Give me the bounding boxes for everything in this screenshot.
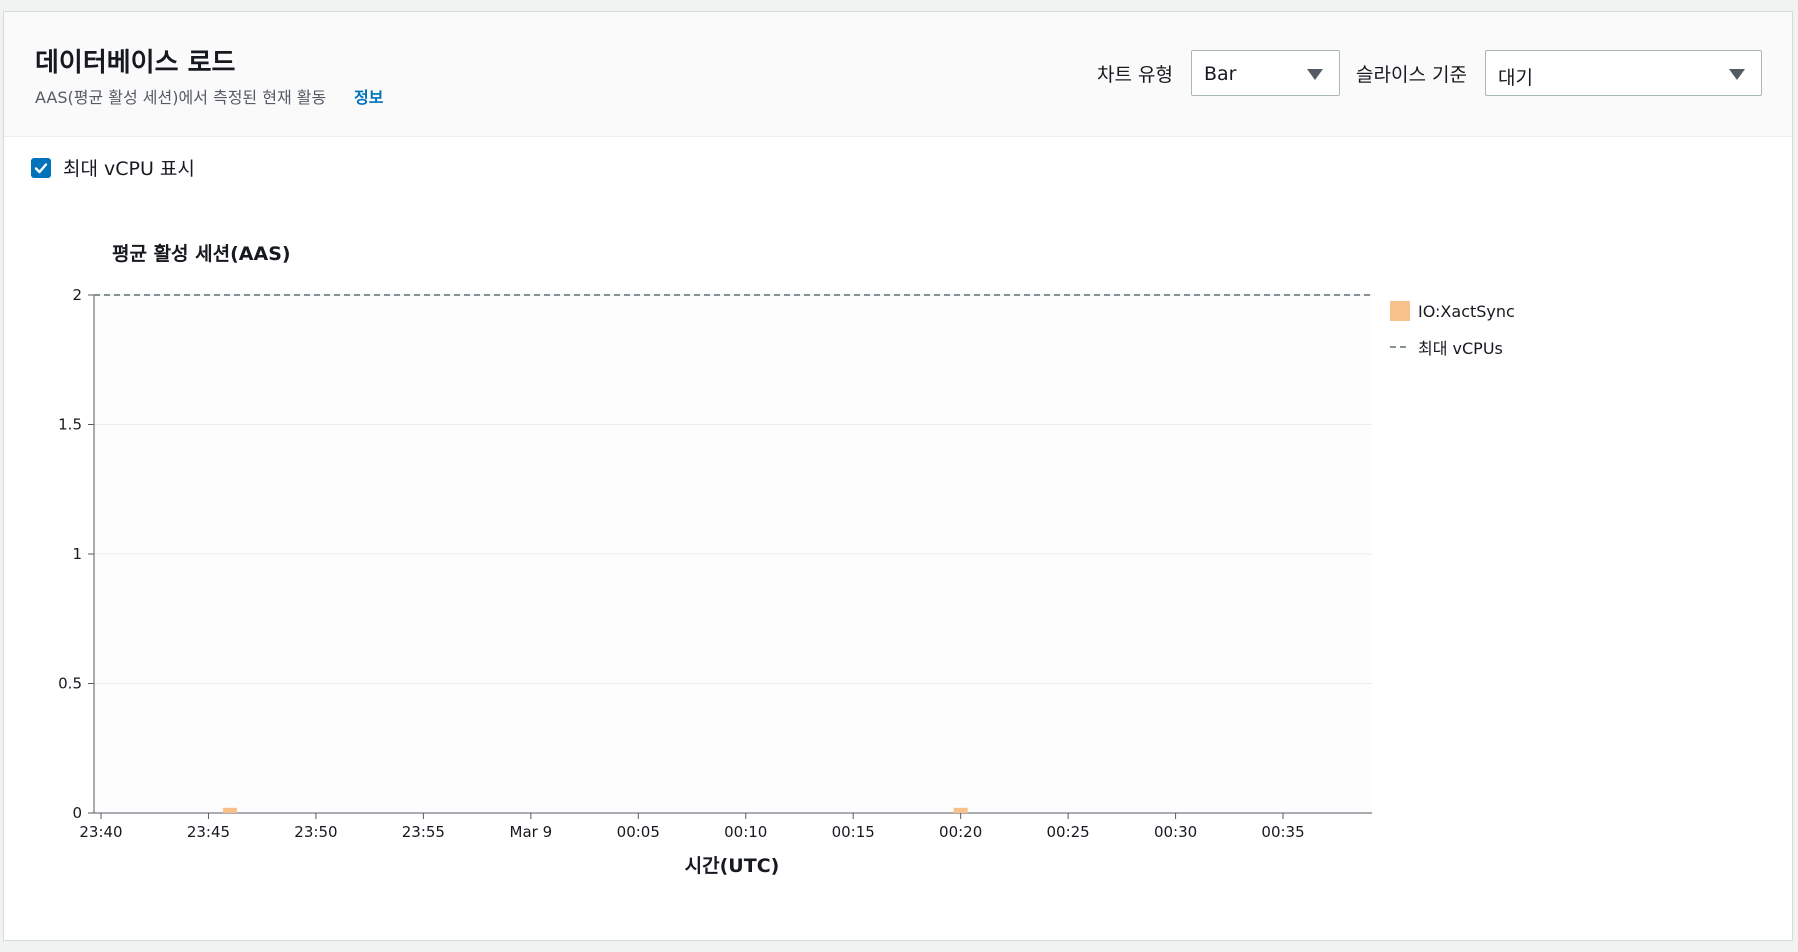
legend-label: 최대 vCPUs: [1418, 339, 1503, 358]
x-tick-label: 00:05: [617, 823, 660, 841]
x-tick-label: 00:10: [724, 823, 767, 841]
x-tick-label: 00:35: [1261, 823, 1304, 841]
legend-item-max-vcpus[interactable]: 최대 vCPUs: [1390, 335, 1503, 359]
y-tick-label: 1: [72, 545, 82, 563]
x-tick-label: 23:55: [402, 823, 445, 841]
bar: [222, 807, 237, 813]
x-tick-label: Mar 9: [510, 823, 553, 841]
legend-swatch: [1390, 301, 1410, 321]
aas-chart: 평균 활성 세션(AAS) 0 0.5 1 1.5 2 23:40 23:45 23:50 23:…: [58, 243, 1374, 877]
x-tick-label: 00:25: [1047, 823, 1090, 841]
legend-item-io-xactsync[interactable]: IO:XactSync: [1390, 301, 1515, 321]
x-tick-label: 23:45: [187, 823, 230, 841]
legend-label: IO:XactSync: [1418, 301, 1515, 321]
chart-title: 평균 활성 세션(AAS): [112, 243, 291, 265]
y-tick-label: 1.5: [58, 416, 82, 434]
x-tick-label: 23:40: [79, 823, 122, 841]
dashed-line-icon: [1390, 346, 1410, 348]
x-tick-label: 00:15: [832, 823, 875, 841]
x-tick-label: 00:30: [1154, 823, 1197, 841]
y-tick-label: 2: [72, 286, 82, 304]
bar: [953, 807, 968, 813]
y-tick-label: 0: [72, 804, 82, 822]
x-axis-label: 시간(UTC): [685, 855, 780, 877]
x-tick-label: 23:50: [294, 823, 337, 841]
y-tick-label: 0.5: [58, 675, 82, 693]
x-tick-label: 00:20: [939, 823, 982, 841]
